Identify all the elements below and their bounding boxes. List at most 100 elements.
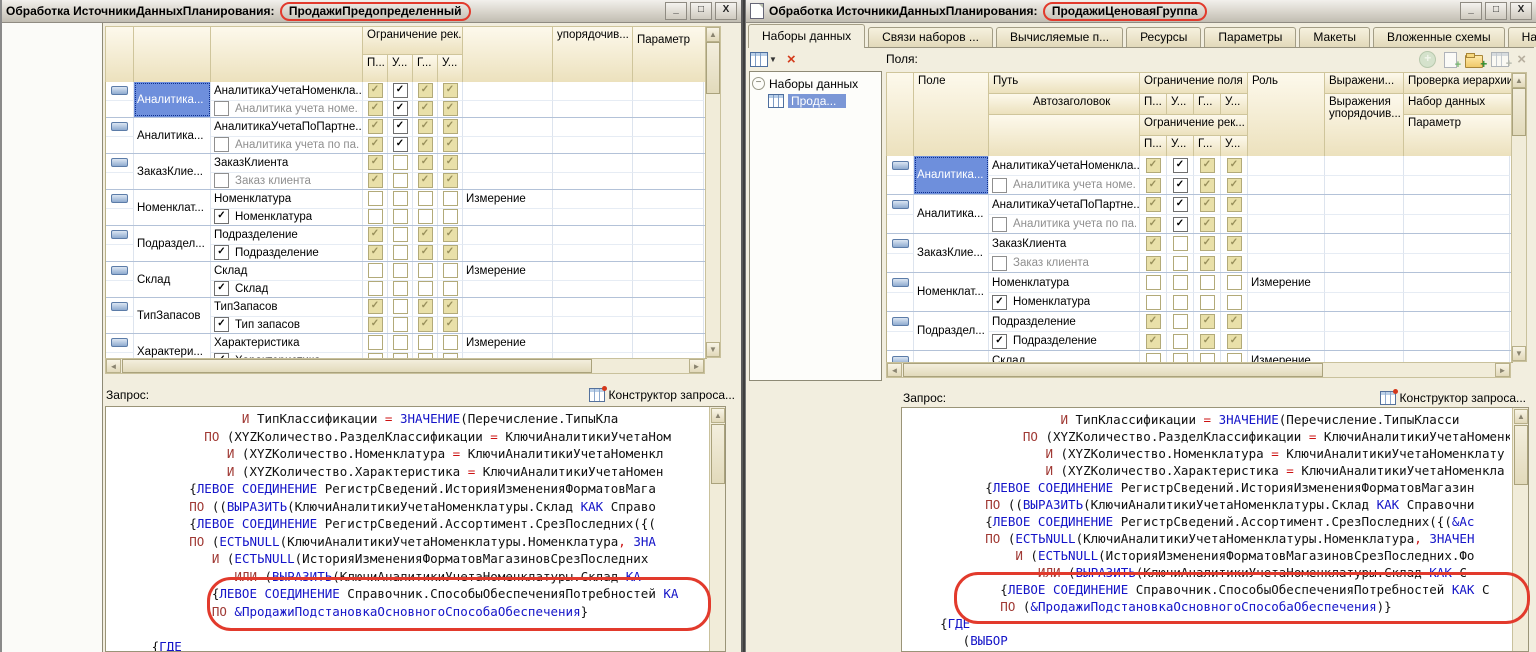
header-check-col[interactable]: У... <box>1167 136 1194 157</box>
role-cell[interactable] <box>463 136 553 154</box>
autotitle-checkbox[interactable]: ✓ <box>992 334 1007 349</box>
query-builder-link[interactable]: Конструктор запроса... <box>1380 391 1526 405</box>
maximize-button[interactable]: □ <box>1485 2 1507 20</box>
restriction-checkbox[interactable]: ✓ <box>1173 197 1188 212</box>
row-drag-handle[interactable] <box>892 161 909 170</box>
scroll-thumb[interactable] <box>711 424 725 484</box>
row-drag-handle[interactable] <box>892 200 909 209</box>
scroll-down-button[interactable]: ▼ <box>706 342 720 357</box>
role-cell[interactable]: Измерение <box>463 262 553 280</box>
role-cell[interactable] <box>463 82 553 100</box>
field-autotitle-cell[interactable]: ✓Номенклатура <box>211 208 363 226</box>
restriction-checkbox[interactable]: ✓ <box>1200 178 1215 193</box>
restriction-checkbox[interactable]: ✓ <box>418 173 433 188</box>
close-button[interactable]: X <box>1510 2 1532 20</box>
restriction-checkbox[interactable] <box>418 191 433 206</box>
field-name-cell[interactable]: Аналитика... <box>134 118 211 153</box>
restriction-checkbox[interactable]: ✓ <box>418 83 433 98</box>
restriction-checkbox[interactable]: ✓ <box>418 155 433 170</box>
restriction-checkbox[interactable]: ✓ <box>1200 236 1215 251</box>
restriction-checkbox[interactable]: ✓ <box>393 83 408 98</box>
restriction-checkbox[interactable]: ✓ <box>418 299 433 314</box>
header-record-restriction[interactable]: Ограничение рек... <box>1140 115 1248 136</box>
scroll-up-button[interactable]: ▲ <box>711 408 725 423</box>
restriction-checkbox[interactable] <box>1146 275 1161 290</box>
restriction-checkbox[interactable] <box>1173 256 1188 271</box>
field-path-cell[interactable]: ТипЗапасов <box>211 298 363 316</box>
query-vertical-scrollbar[interactable]: ▲ <box>1512 408 1528 651</box>
role-cell[interactable] <box>1248 175 1325 194</box>
role-cell[interactable] <box>1248 253 1325 272</box>
scroll-up-button[interactable]: ▲ <box>1514 409 1528 424</box>
scroll-left-button[interactable]: ◄ <box>106 359 121 373</box>
scroll-up-button[interactable]: ▲ <box>706 27 720 42</box>
restriction-checkbox[interactable]: ✓ <box>418 317 433 332</box>
field-path-cell[interactable]: ЗаказКлиента <box>989 234 1140 253</box>
restriction-checkbox[interactable]: ✓ <box>1173 158 1188 173</box>
restriction-checkbox[interactable] <box>443 263 458 278</box>
restriction-checkbox[interactable] <box>1227 275 1242 290</box>
restriction-checkbox[interactable] <box>393 173 408 188</box>
restriction-checkbox[interactable]: ✓ <box>418 245 433 260</box>
role-cell[interactable] <box>463 298 553 316</box>
restriction-checkbox[interactable]: ✓ <box>418 227 433 242</box>
delete-field-icon[interactable]: × <box>1517 52 1526 67</box>
role-cell[interactable]: Измерение <box>1248 273 1325 292</box>
restriction-checkbox[interactable] <box>368 191 383 206</box>
restriction-checkbox[interactable]: ✓ <box>443 317 458 332</box>
field-path-cell[interactable]: Подразделение <box>211 226 363 244</box>
maximize-button[interactable]: □ <box>690 2 712 20</box>
header-check-col[interactable]: П... <box>363 55 388 83</box>
role-cell[interactable] <box>1248 156 1325 175</box>
restriction-checkbox[interactable] <box>393 245 408 260</box>
restriction-checkbox[interactable]: ✓ <box>1173 217 1188 232</box>
collapse-icon[interactable] <box>752 77 765 90</box>
field-autotitle-cell[interactable]: Аналитика учета номе... <box>211 100 363 118</box>
role-cell[interactable] <box>463 280 553 298</box>
scroll-up-button[interactable]: ▲ <box>1512 73 1526 88</box>
header-parameter-col[interactable]: Параметр <box>633 27 706 83</box>
role-cell[interactable] <box>1248 312 1325 331</box>
field-name-cell[interactable]: Характери... <box>134 334 211 359</box>
restriction-checkbox[interactable]: ✓ <box>443 155 458 170</box>
restriction-checkbox[interactable] <box>368 209 383 224</box>
delete-dataset-button[interactable]: × <box>787 52 796 67</box>
restriction-checkbox[interactable] <box>1227 295 1242 310</box>
scroll-thumb[interactable] <box>122 359 592 373</box>
field-path-cell[interactable]: Характеристика <box>211 334 363 352</box>
tab-4[interactable]: Ресурсы <box>1126 27 1201 47</box>
field-autotitle-cell[interactable]: Заказ клиента <box>989 253 1140 272</box>
restriction-checkbox[interactable]: ✓ <box>368 137 383 152</box>
restriction-checkbox[interactable]: ✓ <box>1227 236 1242 251</box>
header-check-col[interactable]: П... <box>1140 94 1167 115</box>
restriction-checkbox[interactable]: ✓ <box>443 101 458 116</box>
restriction-checkbox[interactable] <box>393 155 408 170</box>
add-auto-field-icon[interactable] <box>1491 52 1509 67</box>
row-drag-handle[interactable] <box>892 317 909 326</box>
restriction-checkbox[interactable]: ✓ <box>1146 217 1161 232</box>
restriction-checkbox[interactable]: ✓ <box>1146 178 1161 193</box>
restriction-checkbox[interactable]: ✓ <box>418 101 433 116</box>
restriction-checkbox[interactable]: ✓ <box>443 227 458 242</box>
header-check-col[interactable]: Г... <box>413 55 438 83</box>
scroll-thumb[interactable] <box>1514 425 1528 485</box>
vertical-scrollbar[interactable]: ▲ ▼ <box>705 26 721 358</box>
autotitle-checkbox[interactable]: ✓ <box>214 245 229 260</box>
restriction-checkbox[interactable] <box>1173 334 1188 349</box>
field-name-cell[interactable]: Аналитика... <box>914 195 989 233</box>
restriction-checkbox[interactable] <box>368 263 383 278</box>
header-check-col[interactable]: У... <box>1167 94 1194 115</box>
restriction-checkbox[interactable] <box>393 263 408 278</box>
restriction-checkbox[interactable] <box>443 335 458 350</box>
scroll-thumb[interactable] <box>706 42 720 94</box>
restriction-checkbox[interactable]: ✓ <box>443 299 458 314</box>
restriction-checkbox[interactable]: ✓ <box>368 299 383 314</box>
field-autotitle-cell[interactable]: ✓Подразделение <box>211 244 363 262</box>
add-folder-icon[interactable] <box>1465 55 1483 68</box>
role-cell[interactable] <box>1248 292 1325 311</box>
header-parameter-col[interactable]: Параметр <box>1404 115 1512 157</box>
restriction-checkbox[interactable]: ✓ <box>1146 256 1161 271</box>
restriction-checkbox[interactable]: ✓ <box>1227 217 1242 232</box>
datasets-tree-panel[interactable] <box>2 23 103 652</box>
row-drag-handle[interactable] <box>111 302 128 311</box>
